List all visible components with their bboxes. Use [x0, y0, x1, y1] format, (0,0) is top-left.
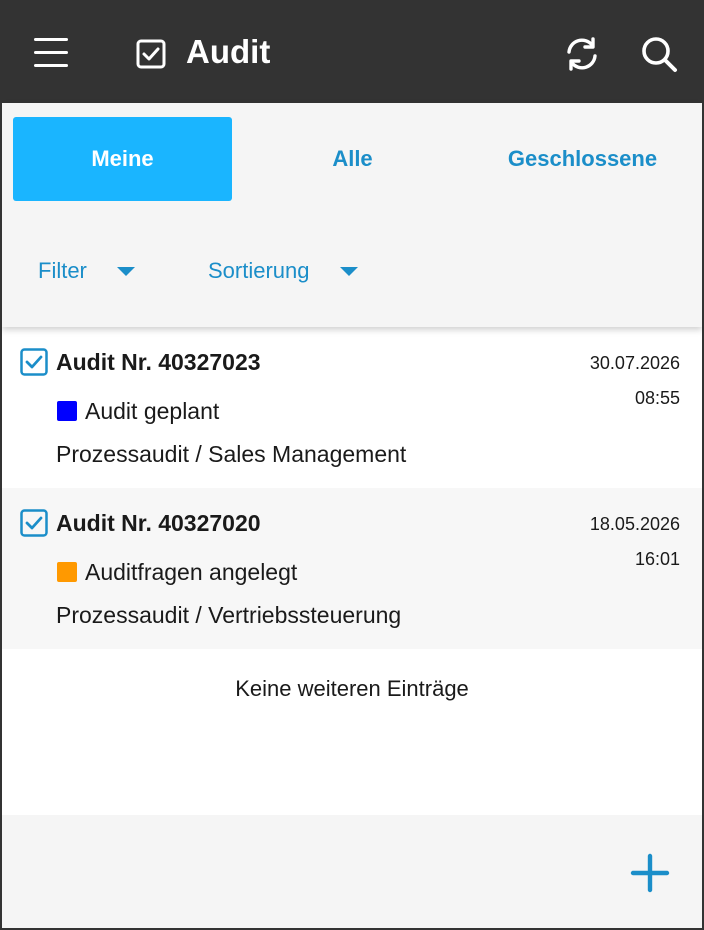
- filter-label: Filter: [38, 258, 87, 283]
- caret-down-icon: [339, 266, 358, 276]
- menu-icon-line: [34, 64, 68, 67]
- sort-label: Sortierung: [208, 258, 310, 283]
- audit-date: 30.07.2026: [589, 353, 680, 373]
- page-title: Audit: [186, 33, 271, 70]
- menu-icon-line: [34, 51, 68, 54]
- app-bar: Audit: [2, 2, 702, 103]
- checkbox-icon: [136, 39, 166, 69]
- footer-bar: [2, 815, 702, 928]
- checkbox-icon: [20, 348, 48, 376]
- tab-label: Geschlossene: [507, 146, 658, 171]
- audit-description: Prozessaudit / Vertriebssteuerung: [56, 602, 402, 628]
- audit-status: Auditfragen angelegt: [85, 559, 298, 585]
- menu-icon[interactable]: [32, 36, 70, 70]
- list-item[interactable]: Audit Nr. 40327023 30.07.2026 08:55 Audi…: [2, 327, 702, 488]
- status-color-square: [57, 401, 77, 421]
- plus-icon[interactable]: [630, 853, 670, 893]
- audit-status: Audit geplant: [85, 398, 220, 424]
- tab-label: Alle: [332, 146, 373, 171]
- checkbox-icon: [20, 509, 48, 537]
- menu-icon-line: [34, 38, 68, 41]
- status-color-square: [57, 562, 77, 582]
- sort-dropdown[interactable]: Sortierung: [208, 249, 358, 293]
- filter-dropdown[interactable]: Filter: [38, 249, 135, 293]
- tab-all[interactable]: Alle: [243, 117, 462, 201]
- audit-description: Prozessaudit / Sales Management: [56, 441, 407, 467]
- tab-label: Meine: [91, 146, 154, 171]
- list-controls: Meine Alle Geschlossene Filter Sortierun…: [2, 103, 702, 327]
- audit-name: Audit Nr. 40327020: [56, 510, 261, 536]
- list-item[interactable]: Audit Nr. 40327020 18.05.2026 16:01 Audi…: [2, 488, 702, 649]
- app-window: Audit Meine Alle Geschlossene Filter Sor…: [0, 0, 704, 930]
- tab-mine[interactable]: Meine: [13, 117, 232, 201]
- audit-name: Audit Nr. 40327023: [56, 349, 261, 375]
- refresh-icon[interactable]: [564, 36, 600, 72]
- audit-list: Audit Nr. 40327023 30.07.2026 08:55 Audi…: [2, 327, 702, 649]
- empty-list-message: Keine weiteren Einträge: [235, 676, 469, 701]
- audit-time: 08:55: [634, 388, 680, 408]
- search-icon[interactable]: [640, 35, 678, 73]
- audit-date: 18.05.2026: [589, 514, 680, 534]
- caret-down-icon: [116, 266, 135, 276]
- audit-time: 16:01: [634, 549, 680, 569]
- tab-closed[interactable]: Geschlossene: [473, 117, 692, 201]
